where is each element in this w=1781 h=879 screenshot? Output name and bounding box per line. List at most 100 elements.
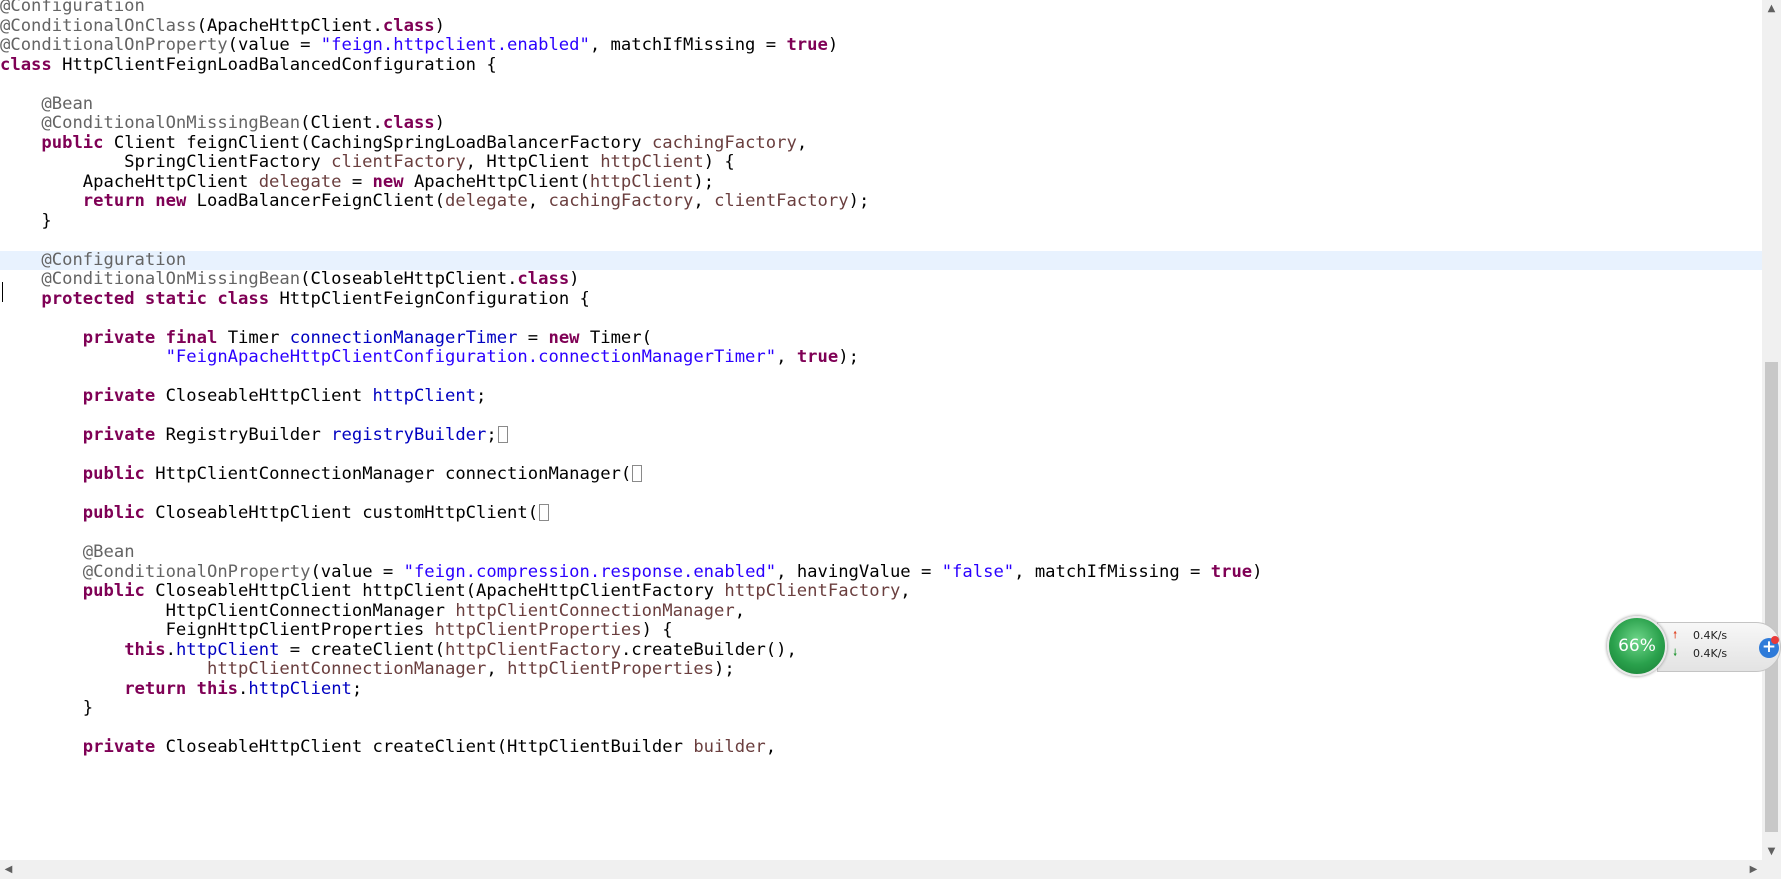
code-line[interactable]: @Configuration bbox=[0, 0, 1762, 17]
code-token-kw: return bbox=[82, 191, 145, 211]
code-line[interactable]: } bbox=[0, 211, 1762, 232]
scroll-up-arrow-icon[interactable]: ▲ bbox=[1762, 0, 1781, 17]
code-line[interactable]: @ConditionalOnClass(ApacheHttpClient.cla… bbox=[0, 15, 1762, 37]
code-token-plain: , matchIfMissing = bbox=[589, 35, 787, 55]
code-line[interactable]: @ConditionalOnProperty(value = "feign.ht… bbox=[0, 35, 1762, 56]
code-line[interactable]: this.httpClient = createClient(httpClien… bbox=[0, 639, 1762, 661]
code-token-var: delegate bbox=[445, 191, 528, 211]
code-token-plain: Client feignClient(CachingSpringLoadBala… bbox=[103, 132, 652, 153]
code-token-plain: FeignHttpClientProperties bbox=[0, 620, 435, 640]
code-token-var: httpClientConnectionManager bbox=[455, 600, 735, 621]
code-line[interactable]: public CloseableHttpClient customHttpCli… bbox=[0, 503, 1762, 524]
scroll-right-arrow-icon[interactable]: ▶ bbox=[1745, 860, 1762, 879]
code-token-plain: = bbox=[517, 327, 549, 348]
code-token-var: httpClientFactory bbox=[724, 581, 901, 601]
download-speed: 0.4K/s bbox=[1693, 647, 1728, 660]
code-token-str: "false" bbox=[941, 561, 1015, 582]
scroll-left-arrow-icon[interactable]: ◀ bbox=[0, 860, 17, 879]
code-line[interactable]: @ConditionalOnProperty(value = "feign.co… bbox=[0, 561, 1762, 583]
code-token-field: httpClient bbox=[175, 639, 280, 660]
vertical-scroll-thumb[interactable] bbox=[1765, 362, 1778, 832]
code-token-plain: , bbox=[776, 347, 797, 367]
code-line[interactable]: "FeignApacheHttpClientConfiguration.conn… bbox=[0, 347, 1762, 368]
code-line[interactable]: FeignHttpClientProperties httpClientProp… bbox=[0, 620, 1762, 641]
code-line[interactable]: @ConditionalOnMissingBean(Client.class) bbox=[0, 113, 1762, 134]
code-token-kw: true bbox=[796, 347, 839, 367]
code-token-plain: ) bbox=[434, 113, 446, 133]
code-line[interactable] bbox=[0, 231, 1762, 251]
code-line[interactable]: private final Timer connectionManagerTim… bbox=[0, 327, 1762, 349]
folded-code-icon[interactable] bbox=[497, 426, 508, 443]
code-editor[interactable]: @Configuration @ConditionalOnClass(Apache… bbox=[0, 0, 1762, 860]
code-line[interactable]: } bbox=[0, 698, 1762, 719]
code-line[interactable]: HttpClientConnectionManager httpClientCo… bbox=[0, 600, 1762, 622]
code-token-kw: this bbox=[196, 678, 239, 699]
code-line[interactable]: @Configuration bbox=[0, 250, 1762, 270]
code-line[interactable] bbox=[0, 368, 1762, 388]
code-token-plain: ) { bbox=[703, 152, 735, 172]
code-token-plain: HttpClientFeignConfiguration { bbox=[269, 288, 590, 309]
network-speed-widget[interactable]: 66% 🠕 0.4K/s 🠗 0.4K/s + bbox=[1607, 616, 1781, 678]
code-line[interactable]: return this.httpClient; bbox=[0, 678, 1762, 700]
code-token-ann: @ConditionalOnProperty bbox=[82, 561, 311, 582]
code-token-plain: , bbox=[693, 191, 715, 211]
code-line[interactable]: public CloseableHttpClient httpClient(Ap… bbox=[0, 581, 1762, 602]
code-line[interactable]: return new LoadBalancerFeignClient(deleg… bbox=[0, 191, 1762, 212]
code-line[interactable]: @Bean bbox=[0, 93, 1762, 115]
code-line[interactable]: httpClientConnectionManager, httpClientP… bbox=[0, 659, 1762, 680]
code-token-kw: class bbox=[382, 15, 435, 36]
code-token-plain: ; bbox=[476, 386, 487, 406]
code-token-plain: ); bbox=[848, 191, 870, 211]
code-line[interactable] bbox=[0, 309, 1762, 329]
vertical-scrollbar[interactable]: ▲ ▼ bbox=[1762, 0, 1781, 860]
code-token-plain: .createBuilder(), bbox=[620, 639, 797, 660]
horizontal-scrollbar[interactable]: ◀ ▶ bbox=[0, 860, 1762, 879]
cpu-usage-gauge[interactable]: 66% bbox=[1607, 616, 1667, 676]
code-line[interactable]: @Bean bbox=[0, 542, 1762, 563]
code-line[interactable]: private CloseableHttpClient createClient… bbox=[0, 737, 1762, 758]
code-token-plain: (value = bbox=[310, 561, 404, 582]
code-token-plain: ); bbox=[693, 171, 715, 192]
code-token-kw: static bbox=[144, 288, 207, 309]
code-token-plain: ) bbox=[1252, 561, 1263, 582]
code-line[interactable] bbox=[0, 524, 1762, 544]
code-line[interactable]: SpringClientFactory clientFactory, HttpC… bbox=[0, 152, 1762, 173]
code-line[interactable]: public HttpClientConnectionManager conne… bbox=[0, 464, 1762, 485]
code-line[interactable] bbox=[0, 446, 1762, 466]
code-line[interactable]: private RegistryBuilder registryBuilder; bbox=[0, 425, 1762, 446]
code-token-plain: RegistryBuilder bbox=[155, 425, 332, 445]
code-token-plain: . bbox=[238, 678, 249, 699]
upload-speed: 0.4K/s bbox=[1693, 629, 1728, 642]
code-line[interactable] bbox=[0, 485, 1762, 505]
code-token-plain: } bbox=[0, 698, 94, 718]
code-line[interactable] bbox=[0, 719, 1762, 739]
code-token-ann: @Bean bbox=[41, 93, 94, 114]
code-line[interactable]: private CloseableHttpClient httpClient; bbox=[0, 386, 1762, 407]
code-line[interactable] bbox=[0, 407, 1762, 427]
folded-code-icon[interactable] bbox=[632, 465, 643, 482]
code-token-kw: public bbox=[82, 503, 145, 523]
code-line[interactable]: ApacheHttpClient delegate = new ApacheHt… bbox=[0, 171, 1762, 193]
code-token-kw: true bbox=[786, 35, 828, 55]
code-line[interactable] bbox=[0, 75, 1762, 95]
code-token-kw: class bbox=[217, 288, 270, 309]
scroll-down-arrow-icon[interactable]: ▼ bbox=[1762, 843, 1781, 860]
code-token-kw: private bbox=[82, 425, 156, 445]
code-token-ann: @ConditionalOnMissingBean bbox=[41, 113, 301, 133]
code-token-kw: class bbox=[382, 113, 435, 133]
code-token-kw: new bbox=[548, 327, 580, 348]
code-line[interactable]: class HttpClientFeignLoadBalancedConfigu… bbox=[0, 55, 1762, 76]
code-line[interactable]: @ConditionalOnMissingBean(CloseableHttpC… bbox=[0, 269, 1762, 290]
code-token-str: "FeignApacheHttpClientConfiguration.conn… bbox=[165, 347, 777, 367]
code-token-ann: @ConditionalOnClass bbox=[0, 15, 197, 36]
code-token-var: httpClientProperties bbox=[434, 620, 642, 640]
folded-code-icon[interactable] bbox=[539, 504, 550, 521]
code-line[interactable]: protected static class HttpClientFeignCo… bbox=[0, 288, 1762, 310]
code-line[interactable]: public Client feignClient(CachingSpringL… bbox=[0, 132, 1762, 154]
